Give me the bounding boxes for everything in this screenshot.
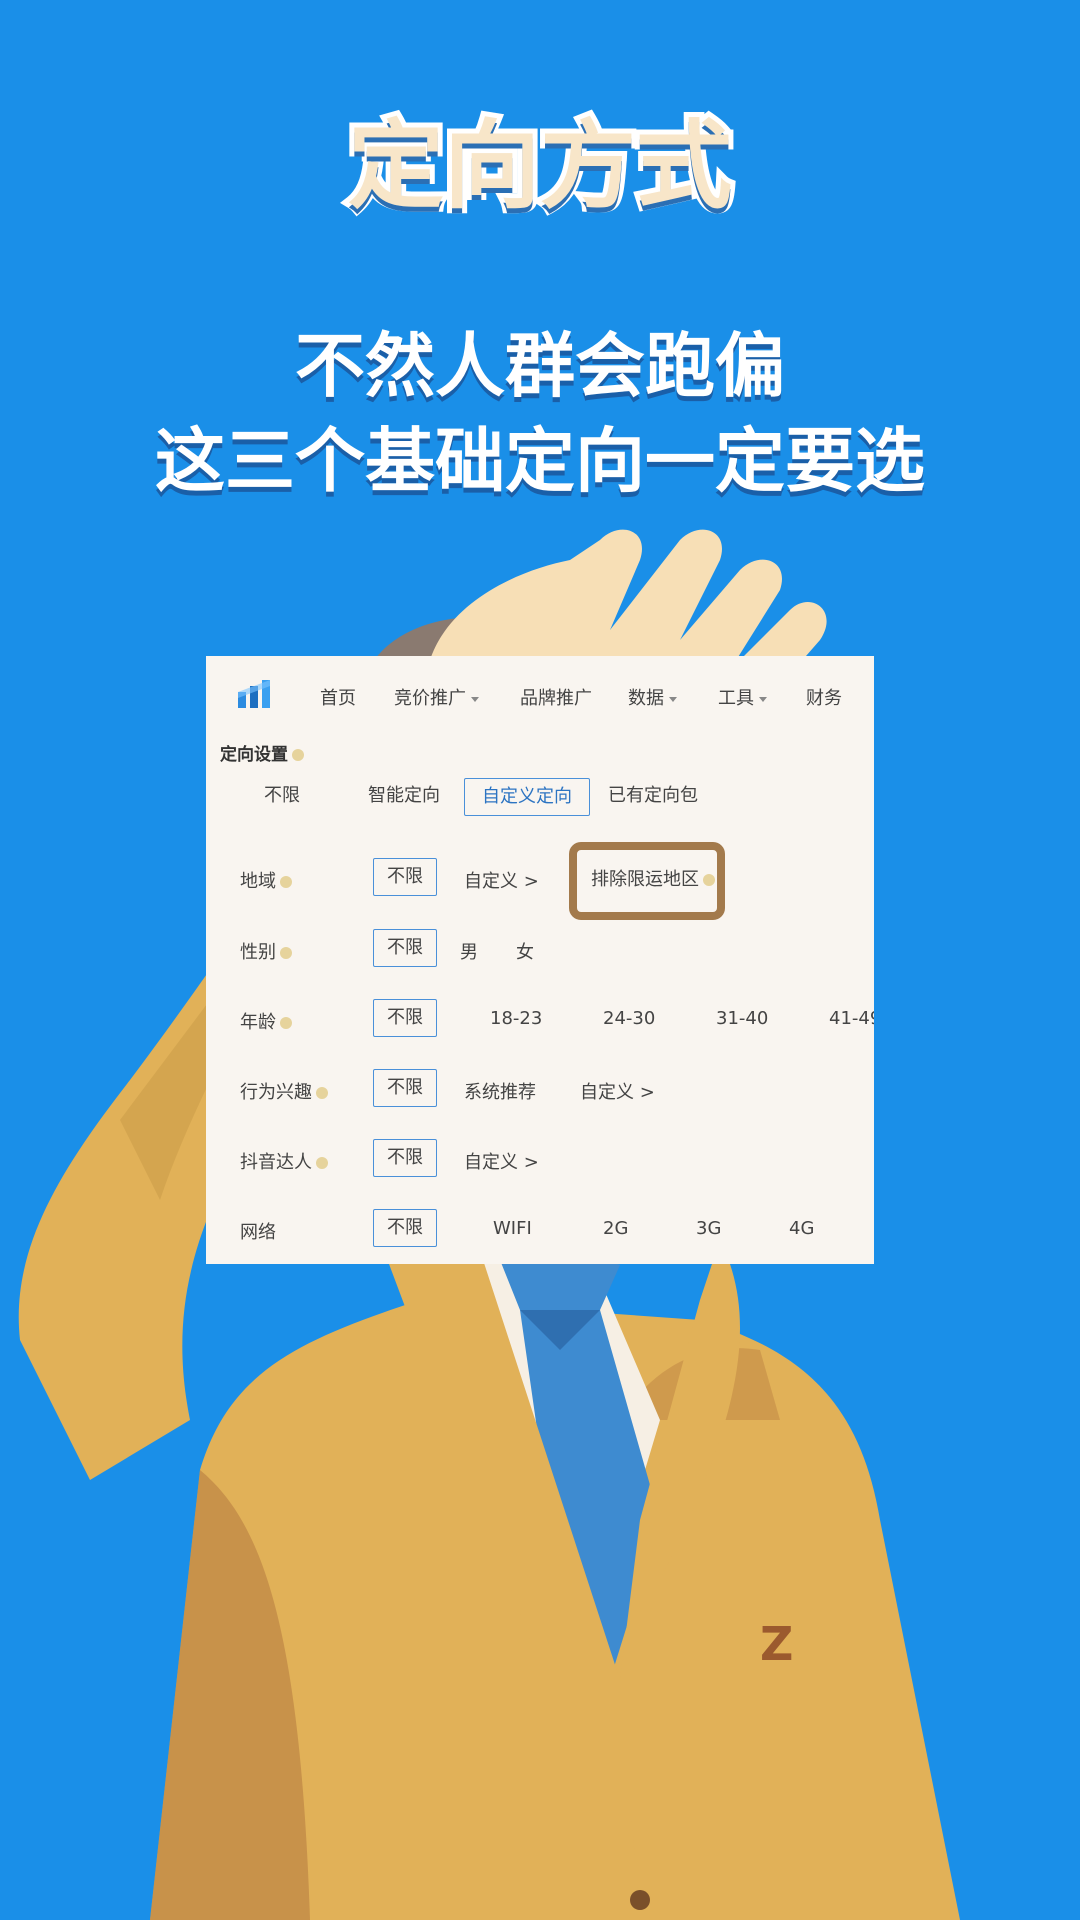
option-unlimited[interactable]: 不限 [373,929,437,967]
row-age: 年龄 不限 18-23 24-30 31-40 41-49 [206,998,874,1038]
nav-item-tools[interactable]: 工具 [718,684,767,710]
chevron-down-icon [471,696,479,702]
option-age-18-23[interactable]: 18-23 [490,1008,542,1029]
option-label: 排除限运地区 [591,869,699,890]
option-age-31-40[interactable]: 31-40 [716,1008,768,1029]
tab-smart[interactable]: 智能定向 [350,778,458,814]
option-2g[interactable]: 2G [603,1218,628,1239]
nav-item-bidding-label: 竞价推广 [394,688,466,709]
nav-item-tools-label: 工具 [718,688,754,709]
help-icon [703,874,715,886]
row-label: 抖音达人 [240,1148,328,1174]
option-wifi[interactable]: WIFI [493,1218,532,1239]
option-custom[interactable]: 自定义 > [464,1148,539,1174]
option-exclude-restricted-regions[interactable]: 排除限运地区 [591,865,715,891]
chevron-down-icon [669,696,677,702]
top-nav: 首页 竞价推广 品牌推广 数据 工具 财务 [206,656,874,734]
row-label-text: 行为兴趣 [240,1082,312,1103]
option-male[interactable]: 男 [460,938,478,964]
option-4g[interactable]: 4G [789,1218,814,1239]
row-label-text: 抖音达人 [240,1152,312,1173]
tab-existing-package[interactable]: 已有定向包 [590,778,716,814]
option-age-41-49[interactable]: 41-49 [829,1008,874,1029]
row-douyin-creators: 抖音达人 不限 自定义 > [206,1138,874,1178]
nav-item-data-label: 数据 [628,688,664,709]
section-title: 定向设置 [220,740,304,765]
row-region: 地域 不限 自定义 > [206,857,874,897]
option-female[interactable]: 女 [516,938,534,964]
help-icon[interactable] [292,749,304,761]
option-age-24-30[interactable]: 24-30 [603,1008,655,1029]
help-icon[interactable] [280,876,292,888]
brand-logo-icon [238,680,270,708]
tab-custom[interactable]: 自定义定向 [464,778,590,816]
page: 定向方式 不然人群会跑偏 这三个基础定向一定要选 Z 首页 竞价推广 品牌推广 … [0,0,1080,1920]
option-unlimited[interactable]: 不限 [373,1069,437,1107]
option-unlimited[interactable]: 不限 [373,1139,437,1177]
row-label: 行为兴趣 [240,1078,328,1104]
row-label: 性别 [240,938,292,964]
help-icon[interactable] [280,947,292,959]
subtitle-line-2: 这三个基础定向一定要选 [155,420,925,502]
option-custom[interactable]: 自定义 > [580,1078,655,1104]
row-label: 网络 [240,1222,276,1243]
chevron-down-icon [759,696,767,702]
row-network: 网络 不限 WIFI 2G 3G 4G [206,1208,874,1248]
nav-item-data[interactable]: 数据 [628,684,677,710]
tab-unlimited[interactable]: 不限 [246,778,318,814]
row-interest: 行为兴趣 不限 系统推荐 自定义 > [206,1068,874,1108]
nav-item-finance[interactable]: 财务 [806,684,842,710]
row-label-text: 性别 [240,942,276,963]
nav-item-home[interactable]: 首页 [320,684,356,710]
row-label: 地域 [240,867,292,893]
option-custom[interactable]: 自定义 > [464,867,539,893]
help-icon[interactable] [316,1087,328,1099]
option-3g[interactable]: 3G [696,1218,721,1239]
help-icon[interactable] [316,1157,328,1169]
option-unlimited[interactable]: 不限 [373,858,437,896]
row-label-text: 地域 [240,871,276,892]
option-system-recommend[interactable]: 系统推荐 [464,1078,536,1104]
nav-item-bidding[interactable]: 竞价推广 [394,684,479,710]
option-unlimited[interactable]: 不限 [373,999,437,1037]
row-gender: 性别 不限 男 女 [206,928,874,968]
section-title-label: 定向设置 [220,745,288,765]
option-unlimited[interactable]: 不限 [373,1209,437,1247]
nav-item-brand[interactable]: 品牌推广 [520,684,592,710]
row-label: 年龄 [240,1008,292,1034]
subtitle-line-1: 不然人群会跑偏 [295,325,785,407]
targeting-panel: 首页 竞价推广 品牌推广 数据 工具 财务 定向设置 不限 智能定向 自定义定向… [206,656,874,1264]
page-title: 定向方式 [343,105,737,227]
row-label-text: 年龄 [240,1012,276,1033]
help-icon[interactable] [280,1017,292,1029]
badge-letter: Z [760,1617,793,1671]
